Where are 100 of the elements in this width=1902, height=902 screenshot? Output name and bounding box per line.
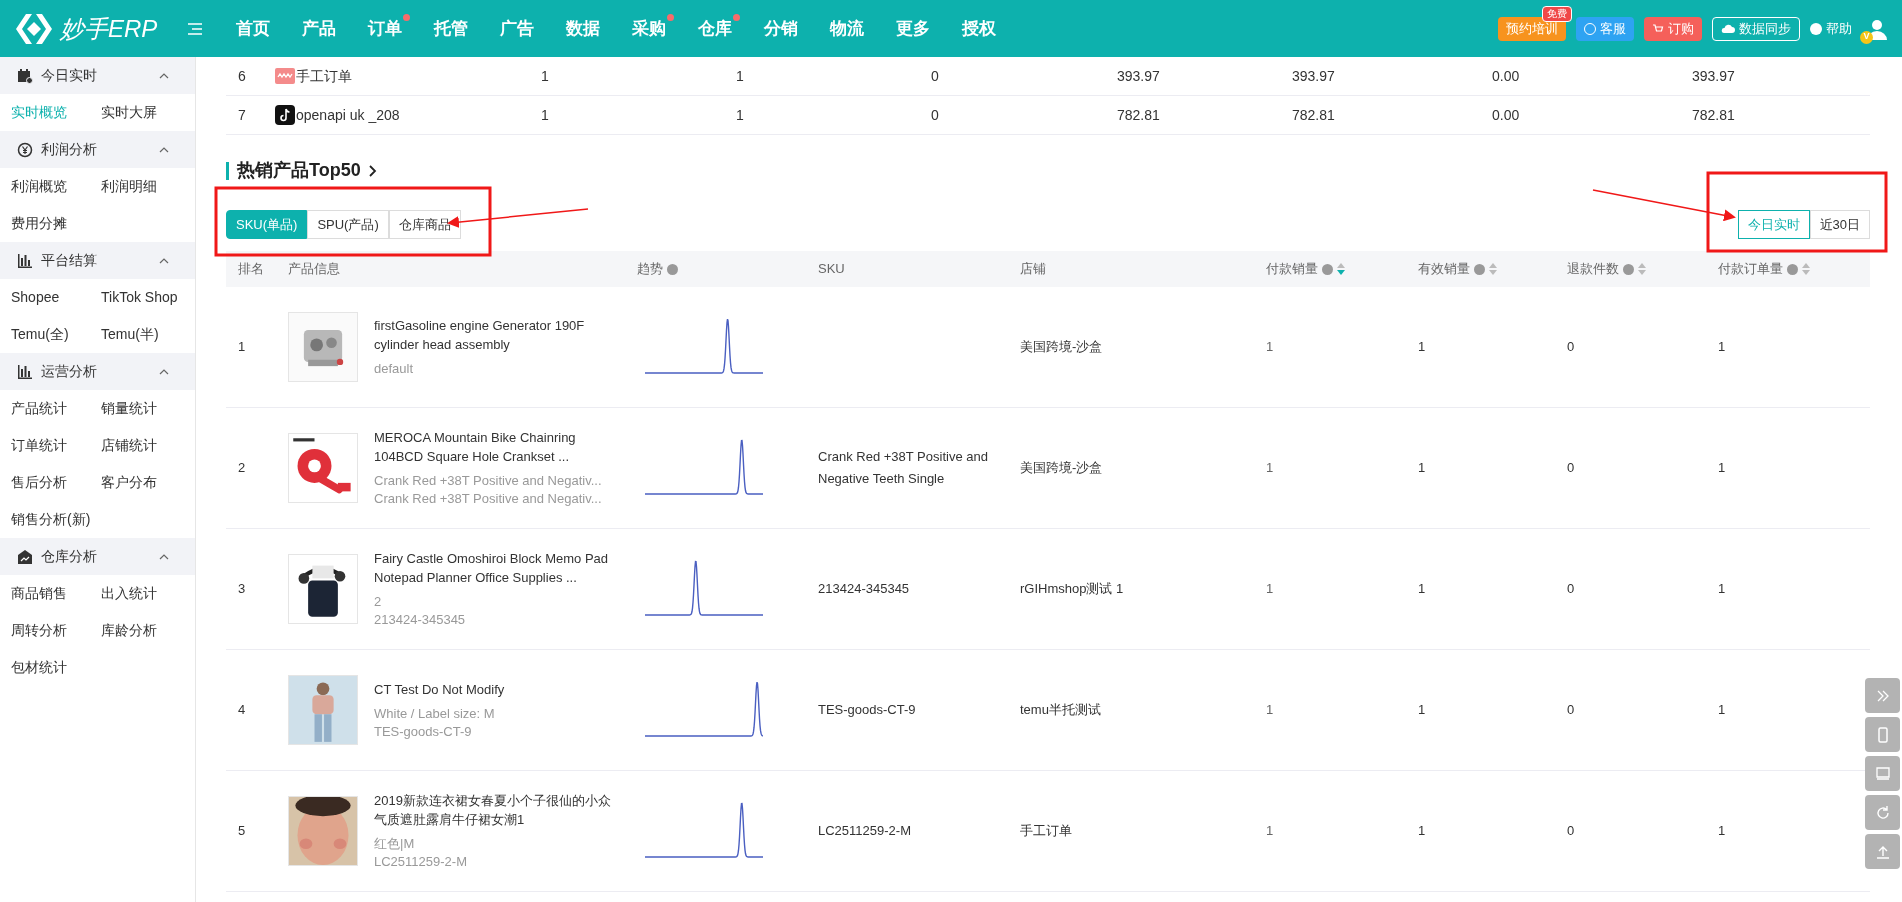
sidebar-link[interactable]: 售后分析 [11, 464, 101, 501]
table-cell-text: 1 [1418, 338, 1427, 357]
sidebar-link[interactable]: 订单统计 [11, 427, 101, 464]
table-cell-text: 0 [1567, 701, 1576, 720]
rank-cell-text: 3 [237, 580, 247, 599]
sidebar-link[interactable]: 实时大屏 [101, 94, 195, 131]
table-cell-text: 1 [540, 105, 550, 125]
view-tab[interactable]: SPU(产品) [307, 210, 389, 239]
group-title: 运营分析 [41, 362, 98, 381]
calendar-icon [17, 67, 33, 84]
rank-cell-text: 4 [237, 701, 247, 720]
sort-icon[interactable] [1489, 263, 1497, 275]
sidebar-link[interactable]: 销量统计 [101, 390, 195, 427]
rank-cell-text: 1 [237, 338, 247, 357]
sidebar-link[interactable]: 库龄分析 [101, 612, 195, 649]
product-title[interactable]: 2019新款连衣裙女春夏小个子很仙的小众气质遮肚露肩牛仔裙女潮1 [374, 791, 612, 829]
table-cell-text: 393.97 [1291, 66, 1336, 86]
sidebar-link[interactable]: 店铺统计 [101, 427, 195, 464]
sidebar-link[interactable]: 周转分析 [11, 612, 101, 649]
double-chevron-icon[interactable] [1865, 678, 1900, 713]
product-title[interactable]: firstGasoline engine Generator 190F cylinder head assembly [374, 316, 612, 354]
cloud-icon [1721, 23, 1735, 34]
sidebar-link[interactable]: 出入统计 [101, 575, 195, 612]
sku-cell-text: TES-goods-CT-9 [818, 701, 917, 719]
sidebar-link[interactable]: 客户分布 [101, 464, 195, 501]
table-cell-text: 7 [237, 105, 247, 125]
table-cell-text: 1 [735, 105, 745, 125]
column-header: 产品信息 [288, 260, 340, 279]
sidebar-link[interactable]: 利润概览 [11, 168, 101, 205]
table-cell-text: 782.81 [1116, 105, 1161, 125]
table-cell-text: 782.81 [1691, 105, 1736, 125]
sku-cell-text: Crank Red +38T Positive and Negative Teeth Single [818, 448, 988, 488]
table-cell-text: 393.97 [1691, 66, 1736, 86]
store-name: openapi uk _208 [296, 105, 400, 125]
sidebar-link[interactable]: 销售分析(新) [11, 501, 101, 538]
sidebar-link[interactable]: 产品统计 [11, 390, 101, 427]
sidebar-link[interactable]: TikTok Shop [101, 279, 195, 316]
table-cell-text: 1 [1418, 822, 1427, 841]
sidebar-group-header[interactable]: 平台结算 [0, 242, 195, 279]
view-tab[interactable]: 仓库商品 [388, 210, 461, 239]
product-title[interactable]: MEROCA Mountain Bike Chainring 104BCD Square Hole Crankset ... [374, 428, 612, 466]
table-cell-text: 0 [1567, 338, 1576, 357]
chevron-up-icon [159, 72, 169, 79]
vip-badge: V [1860, 30, 1873, 44]
store-cell-text: 美国跨境-沙盒 [1020, 459, 1104, 478]
table-cell-text: 0 [1567, 822, 1576, 841]
column-header: 付款销量 [1266, 260, 1318, 279]
table-cell-text: 1 [735, 66, 745, 86]
section-title: 热销产品Top50 [237, 159, 361, 182]
sort-icon[interactable] [1638, 263, 1646, 275]
sidebar-link[interactable]: 包材统计 [11, 649, 101, 686]
sidebar-group-header[interactable]: 利润分析 [0, 131, 195, 168]
chevron-up-icon [159, 257, 169, 264]
yen-icon [17, 141, 33, 158]
product-variant: 213424-345345 [374, 611, 467, 629]
sidebar-link[interactable]: Temu(半) [101, 316, 195, 353]
chevron-up-icon [159, 368, 169, 375]
sidebar-group-header[interactable]: 仓库分析 [0, 538, 195, 575]
menu-icon[interactable] [188, 22, 202, 35]
sidebar-link[interactable]: Shopee [11, 279, 101, 316]
product-title[interactable]: Fairy Castle Omoshiroi Block Memo Pad Notepad Planner Office Supplies ... [374, 549, 612, 587]
sort-icon[interactable] [1337, 263, 1345, 275]
group-title: 平台结算 [41, 251, 98, 270]
column-header: 有效销量 [1418, 260, 1470, 279]
product-variant: 2 [374, 593, 383, 611]
sidebar-group-header[interactable]: 今日实时 [0, 57, 195, 94]
table-cell-text: 1 [1266, 701, 1275, 720]
column-header: SKU [818, 260, 845, 279]
product-title[interactable]: CT Test Do Not Modify [374, 679, 612, 699]
phone-icon[interactable] [1865, 717, 1900, 752]
column-header: 退款件数 [1567, 260, 1619, 279]
store-cell-text: 美国跨境-沙盒 [1020, 338, 1104, 357]
sidebar-group-header[interactable]: 运营分析 [0, 353, 195, 390]
chevron-up-icon [159, 553, 169, 560]
table-cell-text: 0 [1567, 580, 1576, 599]
table-cell-text: 6 [237, 66, 247, 86]
sidebar-link[interactable]: 利润明细 [101, 168, 195, 205]
bar-chart-icon [17, 363, 33, 380]
table-cell-text: 1 [1418, 459, 1427, 478]
rank-cell-text: 5 [237, 822, 247, 841]
product-variant: 红色|M [374, 835, 416, 853]
upload-icon[interactable] [1865, 834, 1900, 869]
sidebar-link[interactable]: 商品销售 [11, 575, 101, 612]
tiktok-icon [275, 105, 295, 125]
table-cell-text: 1 [1266, 822, 1275, 841]
chevron-right-icon[interactable] [368, 164, 377, 177]
store-cell-text: rGIHmshop测试 1 [1020, 580, 1125, 599]
sort-icon[interactable] [1802, 263, 1810, 275]
sidebar-link[interactable]: 费用分摊 [11, 205, 101, 242]
store-cell-text: 手工订单 [1020, 822, 1073, 841]
table-cell-text: 1 [1266, 580, 1275, 599]
range-tab[interactable]: 近30日 [1809, 210, 1870, 239]
product-variant: default [374, 360, 415, 378]
table-cell-text: 0 [930, 105, 940, 125]
refresh-icon[interactable] [1865, 795, 1900, 830]
product-variant: Crank Red +38T Positive and Negativ... [374, 490, 603, 508]
help-icon [1810, 22, 1822, 35]
column-header: 排名 [238, 260, 264, 279]
sidebar-link[interactable]: Temu(全) [11, 316, 101, 353]
table-cell-text: 0 [930, 66, 940, 86]
